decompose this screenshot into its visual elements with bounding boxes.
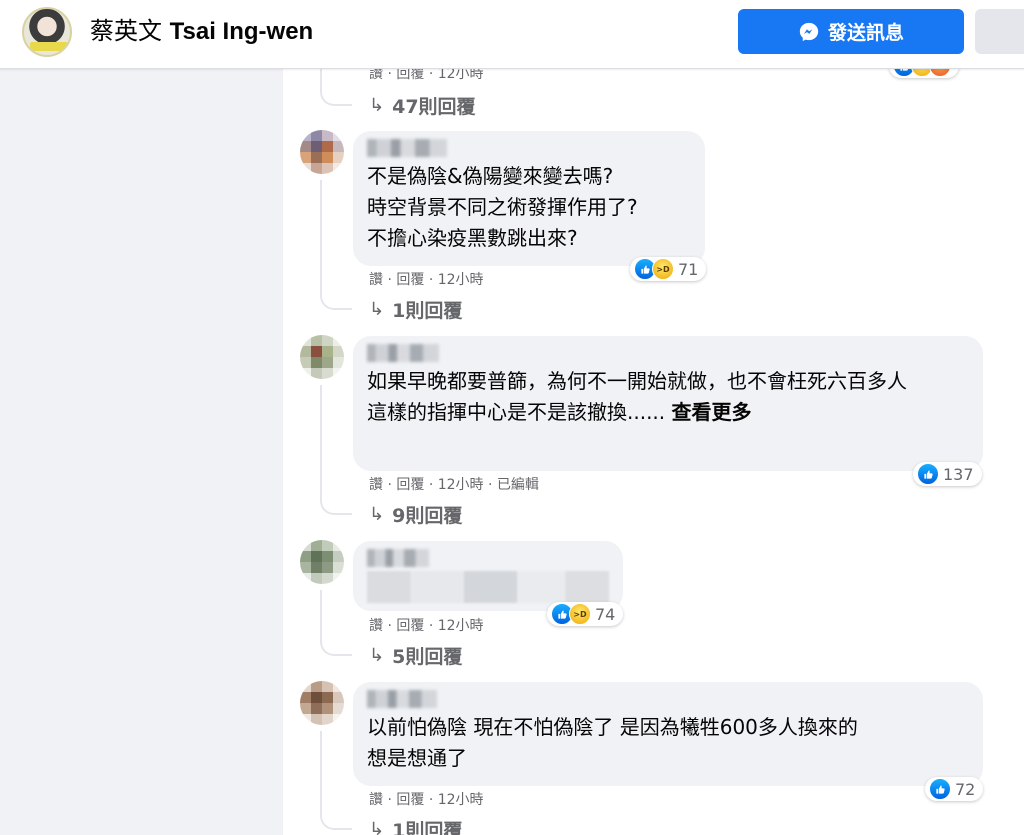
reaction-summary[interactable]: 137 xyxy=(913,462,982,486)
reaction-count: 74 xyxy=(595,604,616,624)
reply-link[interactable]: 回覆 xyxy=(396,792,424,808)
meta-separator: · xyxy=(428,618,434,634)
comment-bubble: 如果早晚都要普篩，為何不一開始就做，也不會枉死六百多人 這樣的指揮中心是不是該撤… xyxy=(353,336,983,471)
comment-text-blurred xyxy=(367,571,609,603)
comment-meta: 讚 · 回覆 · 12小時 xyxy=(369,789,484,809)
messenger-icon xyxy=(799,22,819,41)
comment-bubble: 不是偽陰&偽陽變來變去嗎? 時空背景不同之術發揮作用了? 不擔心染疫黑數跳出來? xyxy=(353,131,705,266)
reaction-summary[interactable]: >D 71 xyxy=(630,257,707,281)
reply-link[interactable]: 回覆 xyxy=(396,618,424,634)
meta-separator: · xyxy=(387,618,392,634)
view-replies-link[interactable]: ↳ 9則回覆 xyxy=(369,501,462,528)
send-message-label: 發送訊息 xyxy=(827,22,904,44)
reply-arrow-icon: ↳ xyxy=(369,819,385,835)
commenter-avatar[interactable] xyxy=(300,335,344,379)
reply-arrow-icon: ↳ xyxy=(369,95,385,116)
reply-connector xyxy=(320,485,352,515)
meta-separator: · xyxy=(387,68,392,82)
commenter-avatar[interactable] xyxy=(300,681,344,725)
meta-separator: · xyxy=(488,477,493,493)
commenter-name-blurred[interactable] xyxy=(367,139,447,157)
comment-bubble: 以前怕偽陰 現在不怕偽陰了 是因為犧牲600多人換來的 想是想通了 xyxy=(353,682,983,786)
comments-feed: 讚 · 回覆 · 12小時 ↳ 47則回覆 >D 不是偽陰&偽陽變來變去嗎? 時… xyxy=(283,68,1024,835)
like-reaction-icon xyxy=(929,778,951,800)
reaction-summary[interactable]: 72 xyxy=(925,777,984,801)
view-replies-link[interactable]: ↳ 5則回覆 xyxy=(369,642,462,669)
thread-line xyxy=(320,385,322,499)
page-header: 蔡英文 Tsai Ing-wen 發送訊息 xyxy=(0,0,1024,69)
reaction-summary[interactable]: >D 74 xyxy=(547,602,624,626)
reply-connector xyxy=(320,626,352,656)
commenter-avatar[interactable] xyxy=(300,540,344,584)
replies-label: 5則回覆 xyxy=(392,646,463,668)
comment-bubble xyxy=(353,541,623,611)
comment-meta: 讚 · 回覆 · 12小時 xyxy=(369,68,484,83)
comment-time[interactable]: 12小時 xyxy=(438,477,484,493)
meta-separator: · xyxy=(428,477,434,493)
comment-text: 不是偽陰&偽陽變來變去嗎? 時空背景不同之術發揮作用了? 不擔心染疫黑數跳出來? xyxy=(367,164,638,250)
replies-label: 1則回覆 xyxy=(392,300,463,322)
meta-separator: · xyxy=(428,272,434,288)
page-name-latin: Tsai Ing-wen xyxy=(169,18,314,45)
more-options-button[interactable] xyxy=(975,9,1024,54)
comment-time[interactable]: 12小時 xyxy=(438,68,484,82)
reaction-summary[interactable]: >D xyxy=(889,68,959,78)
reply-connector xyxy=(320,800,352,830)
commenter-name-blurred[interactable] xyxy=(367,549,429,567)
haha-reaction-icon: >D xyxy=(652,258,674,280)
send-message-button[interactable]: 發送訊息 xyxy=(738,9,964,54)
thread-line xyxy=(320,180,322,294)
reaction-count: 71 xyxy=(678,259,699,279)
view-replies-link[interactable]: ↳ 1則回覆 xyxy=(369,296,462,323)
like-link[interactable]: 讚 xyxy=(369,792,383,808)
thread-line xyxy=(320,68,322,76)
view-replies-link[interactable]: ↳ 47則回覆 xyxy=(369,92,476,119)
replies-label: 9則回覆 xyxy=(392,505,463,527)
reply-link[interactable]: 回覆 xyxy=(396,477,424,493)
commenter-name-blurred[interactable] xyxy=(367,690,437,708)
meta-separator: · xyxy=(428,68,434,82)
comment-time[interactable]: 12小時 xyxy=(438,792,484,808)
page-avatar[interactable] xyxy=(22,7,72,57)
meta-separator: · xyxy=(428,792,434,808)
reply-arrow-icon: ↳ xyxy=(369,645,385,666)
left-column xyxy=(0,68,283,835)
comment-meta: 讚 · 回覆 · 12小時 xyxy=(369,269,484,289)
like-link[interactable]: 讚 xyxy=(369,477,383,493)
comment-time[interactable]: 12小時 xyxy=(438,272,484,288)
meta-separator: · xyxy=(387,272,392,288)
reply-arrow-icon: ↳ xyxy=(369,299,385,320)
edited-label[interactable]: 已編輯 xyxy=(497,477,539,493)
comment-text: 如果早晚都要普篩，為何不一開始就做，也不會枉死六百多人 這樣的指揮中心是不是該撤… xyxy=(367,366,969,428)
reply-link[interactable]: 回覆 xyxy=(396,272,424,288)
like-reaction-icon xyxy=(917,463,939,485)
like-link[interactable]: 讚 xyxy=(369,272,383,288)
reply-link[interactable]: 回覆 xyxy=(396,68,424,82)
like-link[interactable]: 讚 xyxy=(369,618,383,634)
comment-body: 如果早晚都要普篩，為何不一開始就做，也不會枉死六百多人 這樣的指揮中心是不是該撤… xyxy=(367,369,907,424)
haha-reaction-icon: >D xyxy=(569,603,591,625)
see-more-link[interactable]: 查看更多 xyxy=(672,400,752,424)
page-name-cjk: 蔡英文 xyxy=(90,17,162,45)
meta-separator: · xyxy=(387,477,392,493)
reaction-count: 72 xyxy=(955,779,976,799)
like-link[interactable]: 讚 xyxy=(369,68,383,82)
replies-label: 47則回覆 xyxy=(392,96,476,118)
comment-time[interactable]: 12小時 xyxy=(438,618,484,634)
page-title[interactable]: 蔡英文 Tsai Ing-wen xyxy=(90,15,313,48)
angry-reaction-icon xyxy=(929,68,951,77)
view-replies-link[interactable]: ↳ 1則回覆 xyxy=(369,816,462,835)
replies-label: 1則回覆 xyxy=(392,820,463,835)
commenter-name-blurred[interactable] xyxy=(367,344,439,362)
comment-meta: 讚 · 回覆 · 12小時 xyxy=(369,615,484,635)
reply-arrow-icon: ↳ xyxy=(369,504,385,525)
meta-separator: · xyxy=(387,792,392,808)
comment-text: 以前怕偽陰 現在不怕偽陰了 是因為犧牲600多人換來的 想是想通了 xyxy=(367,715,858,770)
comment-meta: 讚 · 回覆 · 12小時 · 已編輯 xyxy=(369,474,539,494)
reaction-count: 137 xyxy=(943,464,974,484)
reply-connector xyxy=(320,76,352,106)
commenter-avatar[interactable] xyxy=(300,130,344,174)
reply-connector xyxy=(320,280,352,310)
